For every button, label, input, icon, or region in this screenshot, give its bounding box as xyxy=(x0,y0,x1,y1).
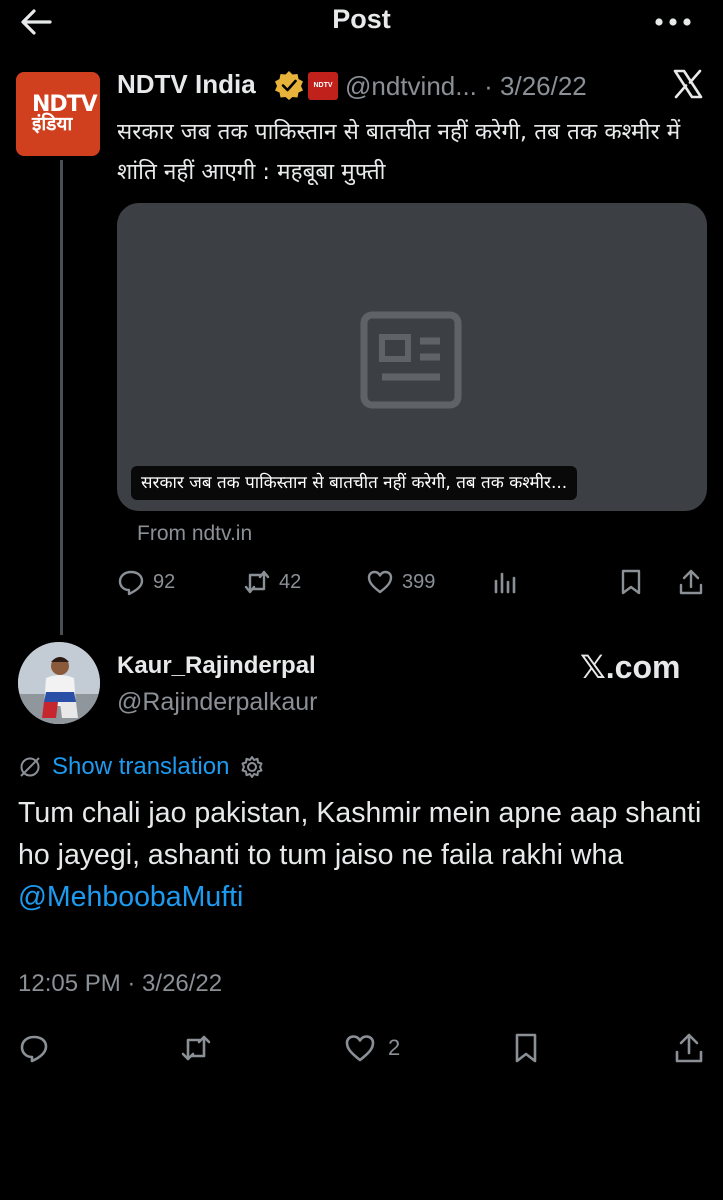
repost-button[interactable] xyxy=(180,1031,212,1065)
x-com-watermark: 𝕏.com xyxy=(580,649,681,685)
quoted-post-text: सरकार जब तक पाकिस्तान से बातचीत नहीं करे… xyxy=(117,119,681,185)
like-count: 2 xyxy=(388,1035,401,1060)
post-body: Tum chali jao pakistan, Kashmir mein apn… xyxy=(18,797,702,871)
share-icon xyxy=(679,569,703,595)
share-button[interactable] xyxy=(677,567,705,597)
repost-icon xyxy=(181,1035,211,1061)
news-article-icon xyxy=(360,311,462,409)
author-handle[interactable]: @Rajinderpalkaur xyxy=(117,688,317,717)
reply-count: 92 xyxy=(153,570,176,593)
translate-icon xyxy=(20,757,40,777)
thread-line xyxy=(60,160,63,635)
verified-badge-icon xyxy=(275,71,303,100)
link-card[interactable]: सरकार जब तक पाकिस्तान से बातचीत नहीं करे… xyxy=(117,203,707,511)
like-button[interactable]: 2 xyxy=(344,1031,400,1065)
heart-icon xyxy=(367,570,393,594)
analytics-icon xyxy=(494,572,516,594)
affiliate-badge: NDTV xyxy=(308,72,338,100)
post-text: Tum chali jao pakistan, Kashmir mein apn… xyxy=(18,792,708,918)
page-title: Post xyxy=(332,4,391,34)
like-count: 399 xyxy=(402,570,436,593)
reply-button[interactable] xyxy=(18,1031,50,1065)
translation-row: Show translation xyxy=(18,752,265,782)
x-logo-icon xyxy=(673,69,703,99)
repost-button[interactable]: 42 xyxy=(243,567,301,597)
views-button[interactable] xyxy=(492,567,520,597)
share-icon xyxy=(675,1033,703,1063)
bookmark-button[interactable] xyxy=(617,567,645,597)
link-card-title: सरकार जब तक पाकिस्तान से बातचीत नहीं करे… xyxy=(131,466,578,500)
reply-icon xyxy=(118,570,144,596)
logo-text-hindi: इंडिया xyxy=(32,113,73,135)
more-icon[interactable] xyxy=(652,10,694,34)
post-timestamp[interactable]: 12:05 PM · 3/26/22 xyxy=(18,970,222,998)
author-name[interactable]: Kaur_Rajinderpal xyxy=(117,652,316,680)
author-name[interactable]: NDTV India xyxy=(117,69,256,100)
bookmark-icon xyxy=(515,1033,537,1063)
heart-icon xyxy=(345,1035,375,1062)
show-translation-link[interactable]: Show translation xyxy=(52,753,229,781)
gear-icon[interactable] xyxy=(239,754,265,780)
repost-icon xyxy=(244,570,270,594)
reply-icon xyxy=(20,1035,48,1063)
link-source[interactable]: From ndtv.in xyxy=(137,522,252,546)
mention-link[interactable]: @MehboobaMufti xyxy=(18,881,243,913)
like-button[interactable]: 399 xyxy=(366,567,435,597)
repost-count: 42 xyxy=(279,570,302,593)
bookmark-button[interactable] xyxy=(510,1031,542,1065)
author-handle-date[interactable]: @ndtvind... · 3/26/22 xyxy=(345,71,587,102)
reply-button[interactable]: 92 xyxy=(117,567,175,597)
avatar[interactable] xyxy=(18,642,100,724)
ndtv-avatar[interactable]: NDTV इंडिया xyxy=(16,72,100,156)
avatar-photo xyxy=(18,642,100,724)
bookmark-icon xyxy=(621,569,641,595)
share-button[interactable] xyxy=(673,1031,705,1065)
